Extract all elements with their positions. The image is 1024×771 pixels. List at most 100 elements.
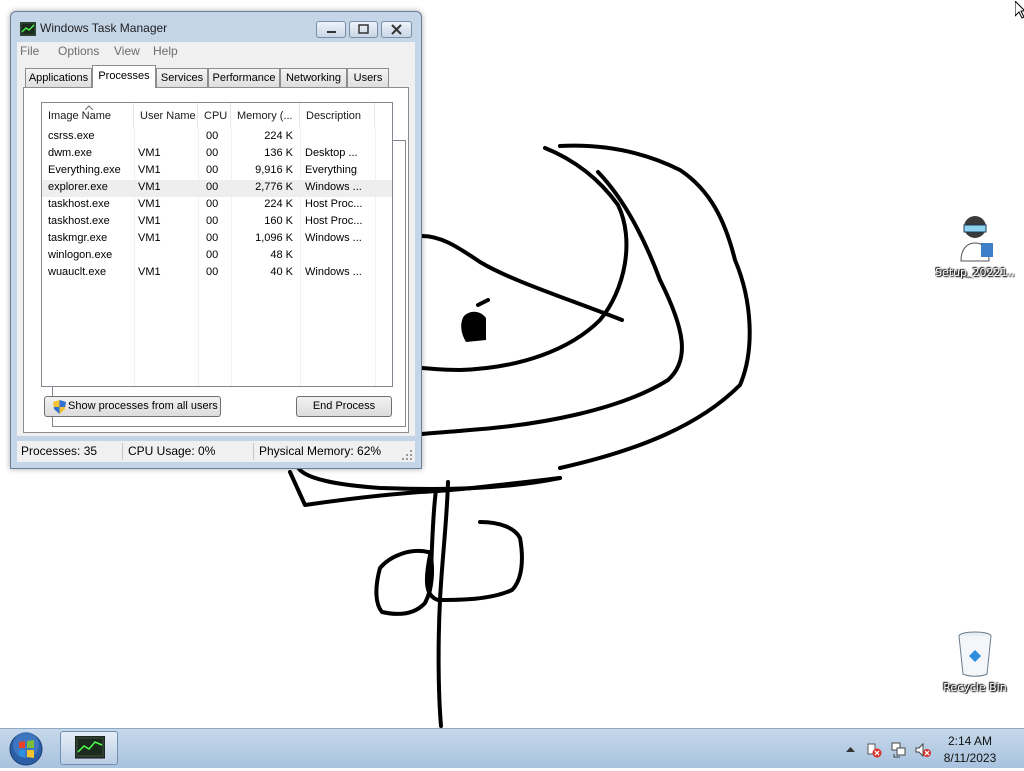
setup-app-icon — [960, 216, 993, 262]
taskbar-task-manager-button[interactable] — [60, 731, 118, 765]
task-manager-icon — [75, 736, 105, 759]
process-cpu: 00 — [206, 198, 219, 210]
tab-processes[interactable]: Processes — [92, 65, 156, 88]
setup-icon-label: Setup_20221... — [935, 266, 1015, 279]
recycle-bin-desktop-icon[interactable]: Recycle Bin — [935, 630, 1015, 694]
process-description: Windows ... — [305, 232, 362, 244]
close-icon — [391, 24, 402, 35]
network-icon[interactable] — [891, 742, 907, 758]
process-image-name: taskmgr.exe — [48, 232, 108, 244]
process-memory: 2,776 K — [255, 181, 293, 193]
close-button[interactable] — [381, 21, 412, 38]
minimize-button[interactable] — [316, 21, 346, 38]
column-header-cpu[interactable]: CPU — [198, 103, 231, 127]
table-row[interactable]: explorer.exe VM1 00 2,776 K Windows ... — [42, 180, 392, 197]
table-row[interactable]: wuauclt.exe VM1 00 40 K Windows ... — [42, 265, 392, 282]
start-button[interactable] — [6, 730, 46, 768]
show-all-processes-button[interactable]: Show processes from all users — [44, 396, 221, 417]
process-description: Windows ... — [305, 181, 362, 193]
tab-performance[interactable]: Performance — [208, 68, 280, 87]
process-image-name: explorer.exe — [48, 181, 108, 193]
tab-networking[interactable]: Networking — [280, 68, 347, 87]
window-title: Windows Task Manager — [40, 21, 168, 35]
menu-help[interactable]: Help — [153, 44, 178, 58]
status-divider — [122, 443, 123, 460]
process-cpu: 00 — [206, 130, 219, 142]
task-manager-icon — [20, 22, 36, 36]
process-image-name: wuauclt.exe — [48, 266, 107, 278]
recycle-bin-icon — [958, 631, 992, 677]
table-row[interactable]: taskhost.exe VM1 00 160 K Host Proc... — [42, 214, 392, 231]
clock-date[interactable]: 8/11/2023 — [930, 751, 1010, 765]
recycle-bin-label: Recycle Bin — [943, 681, 1007, 694]
process-description: Windows ... — [305, 266, 362, 278]
menu-view[interactable]: View — [114, 44, 140, 58]
maximize-icon — [358, 24, 369, 34]
process-user-name: VM1 — [138, 181, 161, 193]
process-memory: 9,916 K — [255, 164, 293, 176]
process-cpu: 00 — [206, 249, 219, 261]
column-header-memory-label: Memory (... — [237, 110, 293, 122]
table-row[interactable]: csrss.exe 00 224 K — [42, 129, 392, 146]
status-bar: Processes: 35 CPU Usage: 0% Physical Mem… — [17, 441, 415, 462]
status-divider — [253, 443, 254, 460]
maximize-button[interactable] — [349, 21, 378, 38]
show-hidden-icons-icon[interactable] — [846, 746, 855, 752]
process-memory: 48 K — [270, 249, 293, 261]
column-header-user-name[interactable]: User Name — [134, 103, 198, 127]
process-description: Host Proc... — [305, 198, 363, 210]
process-memory: 224 K — [264, 198, 293, 210]
table-row[interactable]: taskmgr.exe VM1 00 1,096 K Windows ... — [42, 231, 392, 248]
end-process-button[interactable]: End Process — [296, 396, 392, 417]
column-header-user-name-label: User Name — [140, 110, 196, 122]
table-row[interactable]: winlogon.exe 00 48 K — [42, 248, 392, 265]
process-memory: 160 K — [264, 215, 293, 227]
process-image-name: csrss.exe — [48, 130, 95, 142]
resize-grip-icon[interactable] — [402, 450, 412, 460]
process-image-name: taskhost.exe — [48, 198, 110, 210]
tab-services[interactable]: Services — [156, 68, 208, 87]
table-row[interactable]: Everything.exe VM1 00 9,916 K Everything — [42, 163, 392, 180]
process-user-name: VM1 — [138, 198, 161, 210]
sort-ascending-icon — [85, 105, 93, 110]
volume-muted-icon[interactable] — [915, 742, 931, 758]
setup-desktop-icon[interactable]: Setup_20221... — [935, 213, 1015, 279]
table-row[interactable]: dwm.exe VM1 00 136 K Desktop ... — [42, 146, 392, 163]
task-manager-window: Windows Task Manager File Options View H… — [10, 11, 422, 469]
process-user-name: VM1 — [138, 232, 161, 244]
process-cpu: 00 — [206, 232, 219, 244]
process-user-name: VM1 — [138, 164, 161, 176]
process-image-name: winlogon.exe — [48, 249, 113, 261]
menu-file[interactable]: File — [20, 44, 39, 58]
column-header-cpu-label: CPU — [204, 110, 228, 122]
show-all-processes-label: Show processes from all users — [68, 400, 218, 412]
process-cpu: 00 — [206, 181, 219, 193]
process-memory: 136 K — [264, 147, 293, 159]
process-description: Host Proc... — [305, 215, 363, 227]
menu-bar: File Options View Help — [17, 42, 415, 60]
column-header-description-label: Description — [306, 110, 362, 122]
process-user-name: VM1 — [138, 147, 161, 159]
status-processes: Processes: 35 — [21, 444, 98, 458]
menu-options[interactable]: Options — [58, 44, 99, 58]
action-center-icon[interactable] — [866, 742, 882, 758]
clock-time[interactable]: 2:14 AM — [930, 734, 1010, 748]
process-list-view[interactable]: Image Name User Name CPU Memory (... Des… — [41, 102, 393, 387]
status-physical-memory: Physical Memory: 62% — [259, 444, 382, 458]
tab-applications[interactable]: Applications — [25, 68, 92, 87]
process-description: Desktop ... — [305, 147, 358, 159]
taskbar: 2:14 AM 8/11/2023 — [0, 728, 1024, 768]
status-cpu-usage: CPU Usage: 0% — [128, 444, 216, 458]
title-bar[interactable]: Windows Task Manager — [11, 12, 421, 42]
process-description: Everything — [305, 164, 357, 176]
process-cpu: 00 — [206, 266, 219, 278]
tab-users[interactable]: Users — [347, 68, 389, 87]
table-row[interactable]: taskhost.exe VM1 00 224 K Host Proc... — [42, 197, 392, 214]
column-header-description[interactable]: Description — [300, 103, 375, 127]
process-memory: 224 K — [264, 130, 293, 142]
column-header-memory[interactable]: Memory (... — [231, 103, 300, 127]
process-user-name: VM1 — [138, 215, 161, 227]
process-cpu: 00 — [206, 215, 219, 227]
column-header-image-name-label: Image Name — [48, 110, 111, 122]
windows-orb-icon — [9, 732, 43, 766]
